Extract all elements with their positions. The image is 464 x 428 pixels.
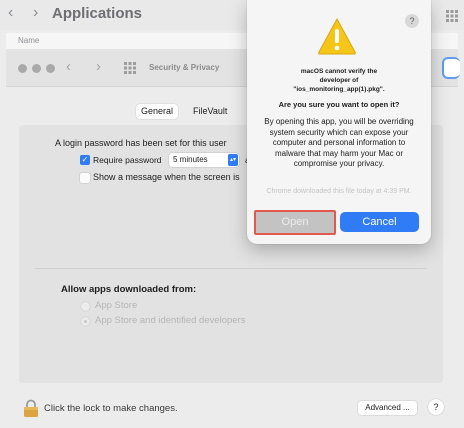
chevron-left-icon[interactable]: ‹ (8, 5, 13, 21)
download-note: Chrome downloaded this file today at 4:3… (266, 188, 412, 195)
window-title: Security & Privacy (149, 63, 220, 72)
advanced-button[interactable]: Advanced ... (358, 401, 417, 415)
unverified-developer-alert: ? macOS cannot verify the developer of "… (247, 0, 431, 244)
require-password-label[interactable]: Require password (93, 155, 162, 165)
warning-icon (318, 17, 356, 55)
forward-icon[interactable]: › (96, 59, 101, 74)
show-message-checkbox[interactable] (80, 173, 90, 183)
select-arrows-icon: ▴▾ (228, 154, 238, 166)
cancel-button[interactable]: Cancel (340, 212, 419, 232)
column-header-name[interactable]: Name (18, 36, 39, 45)
minimize-window-button[interactable] (32, 64, 41, 73)
help-button[interactable]: ? (428, 399, 444, 415)
zoom-window-button[interactable] (46, 64, 55, 73)
show-message-label[interactable]: Show a message when the screen is (93, 172, 240, 182)
radio-app-store-label[interactable]: App Store (95, 300, 137, 311)
allow-apps-label: Allow apps downloaded from: (61, 284, 197, 295)
search-field[interactable] (442, 57, 460, 79)
alert-title-line: developer of (319, 77, 359, 84)
close-window-button[interactable] (18, 64, 27, 73)
alert-title: macOS cannot verify the developer of "io… (257, 67, 421, 94)
open-button[interactable]: Open (254, 210, 336, 235)
radio-identified-developers-label[interactable]: App Store and identified developers (95, 315, 246, 326)
require-password-checkbox[interactable]: ✓ (80, 155, 90, 165)
lock-instructions: Click the lock to make changes. (44, 403, 178, 414)
alert-help-button[interactable]: ? (405, 14, 419, 28)
password-delay-value: 5 minutes (173, 155, 208, 164)
back-icon[interactable]: ‹ (66, 59, 71, 74)
alert-title-line: macOS cannot verify the (300, 68, 378, 75)
show-all-grid-icon[interactable] (124, 62, 136, 74)
alert-title-line: "ios_monitoring_app(1).pkg". (293, 86, 385, 93)
finder-title: Applications (52, 5, 143, 22)
password-delay-select[interactable]: 5 minutes ▴▾ (169, 153, 239, 167)
grid-icon[interactable] (446, 10, 458, 22)
lock-icon[interactable] (23, 399, 39, 417)
alert-body: By opening this app, you will be overrid… (264, 117, 414, 168)
chevron-right-icon[interactable]: › (33, 5, 38, 21)
tab-general[interactable]: General (136, 104, 179, 119)
radio-identified-developers[interactable] (81, 317, 90, 326)
radio-app-store[interactable] (81, 302, 90, 311)
login-password-label: A login password has been set for this u… (55, 138, 227, 148)
divider (35, 268, 427, 269)
tab-filevault[interactable]: FileVault (188, 104, 232, 119)
alert-question: Are you sure you want to open it? (278, 100, 400, 109)
